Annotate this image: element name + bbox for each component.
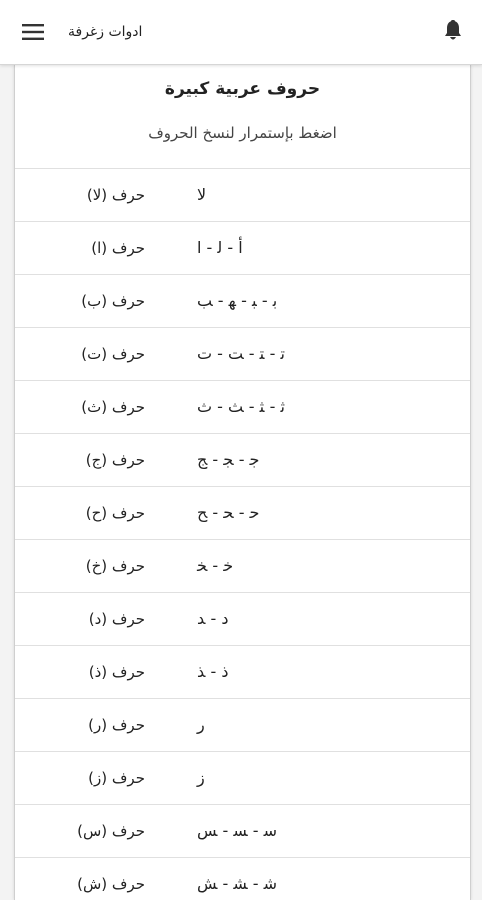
letter-row[interactable]: ﺛ - ﺜ - ﺚ - ﺙ حرف (ث) <box>15 381 470 434</box>
letter-forms[interactable]: ﻻ <box>197 169 447 221</box>
letter-row[interactable]: ﺣ - ﺤ - ﺢ حرف (ح) <box>15 487 470 540</box>
letter-forms[interactable]: ﺑ - ﺒ - ﮭ - ﺐ <box>197 275 447 327</box>
letter-label: حرف (ز) <box>88 769 145 787</box>
letter-label: حرف (ث) <box>81 398 145 416</box>
card-title: حروف عربية كبيرة <box>164 79 321 99</box>
letter-row[interactable]: ﺩ - ﺪ حرف (د) <box>15 593 470 646</box>
letters-card: حروف عربية كبيرة اضغط بإستمرار لنسخ الحر… <box>14 65 471 900</box>
letters-list: ﻻ حرف (لا) ﺃ - ﻟ - ا حرف (ا) ﺑ - ﺒ - ﮭ - ﺐ حر… <box>15 168 470 900</box>
letter-row[interactable]: ﺧ - ﺨ حرف (خ) <box>15 540 470 593</box>
letter-label: حرف (ر) <box>88 716 145 734</box>
letter-label: حرف (ذ) <box>88 663 145 681</box>
hamburger-menu-icon[interactable] <box>20 20 46 44</box>
letter-row[interactable]: ﺷ - ﺸ - ﺶ حرف (ش) <box>15 858 470 900</box>
letter-label: حرف (ش) <box>77 875 145 893</box>
app-title: ادوات زغرفة <box>68 24 143 40</box>
letter-forms[interactable]: ﺯ <box>197 752 447 804</box>
letter-forms[interactable]: ﺧ - ﺨ <box>197 540 447 592</box>
letter-label: حرف (د) <box>88 610 145 628</box>
letter-row[interactable]: ﺯ حرف (ز) <box>15 752 470 805</box>
letter-forms[interactable]: ﺃ - ﻟ - ا <box>197 222 447 274</box>
letter-forms[interactable]: ﺳ - ﺴ - ﺲ <box>197 805 447 857</box>
letter-row[interactable]: ﺳ - ﺴ - ﺲ حرف (س) <box>15 805 470 858</box>
letter-row[interactable]: ﺑ - ﺒ - ﮭ - ﺐ حرف (ب) <box>15 275 470 328</box>
bell-icon[interactable] <box>440 18 466 44</box>
letter-row[interactable]: ﺗ - ﺘ - ﺖ - ﺕ حرف (ت) <box>15 328 470 381</box>
app-bar: ادوات زغرفة <box>0 0 482 65</box>
copy-hint: اضغط بإستمرار لنسخ الحروف <box>148 124 337 142</box>
letter-label: حرف (ب) <box>81 292 145 310</box>
letter-forms[interactable]: ﺟ - ﺠ - ﺞ <box>197 434 447 486</box>
letter-label: حرف (ت) <box>81 345 145 363</box>
letter-forms[interactable]: ﺣ - ﺤ - ﺢ <box>197 487 447 539</box>
letter-forms[interactable]: ﺭ <box>197 699 447 751</box>
letter-label: حرف (ح) <box>85 504 145 522</box>
letter-forms[interactable]: ﺛ - ﺜ - ﺚ - ﺙ <box>197 381 447 433</box>
letter-forms[interactable]: ﺫ - ﺬ <box>197 646 447 698</box>
letter-label: حرف (ج) <box>85 451 145 469</box>
letter-forms[interactable]: ﺩ - ﺪ <box>197 593 447 645</box>
letter-label: حرف (خ) <box>85 557 145 575</box>
letter-row[interactable]: ﺫ - ﺬ حرف (ذ) <box>15 646 470 699</box>
letter-row[interactable]: ﺭ حرف (ر) <box>15 699 470 752</box>
letter-row[interactable]: ﺃ - ﻟ - ا حرف (ا) <box>15 222 470 275</box>
letter-row[interactable]: ﺟ - ﺠ - ﺞ حرف (ج) <box>15 434 470 487</box>
letter-label: حرف (ا) <box>91 239 145 257</box>
letter-forms[interactable]: ﺗ - ﺘ - ﺖ - ﺕ <box>197 328 447 380</box>
letter-label: حرف (س) <box>77 822 145 840</box>
letter-row[interactable]: ﻻ حرف (لا) <box>15 169 470 222</box>
menu-icon-glyph <box>22 24 44 40</box>
letter-label: حرف (لا) <box>86 186 145 204</box>
bell-icon-glyph <box>445 20 461 40</box>
letter-forms[interactable]: ﺷ - ﺸ - ﺶ <box>197 858 447 900</box>
